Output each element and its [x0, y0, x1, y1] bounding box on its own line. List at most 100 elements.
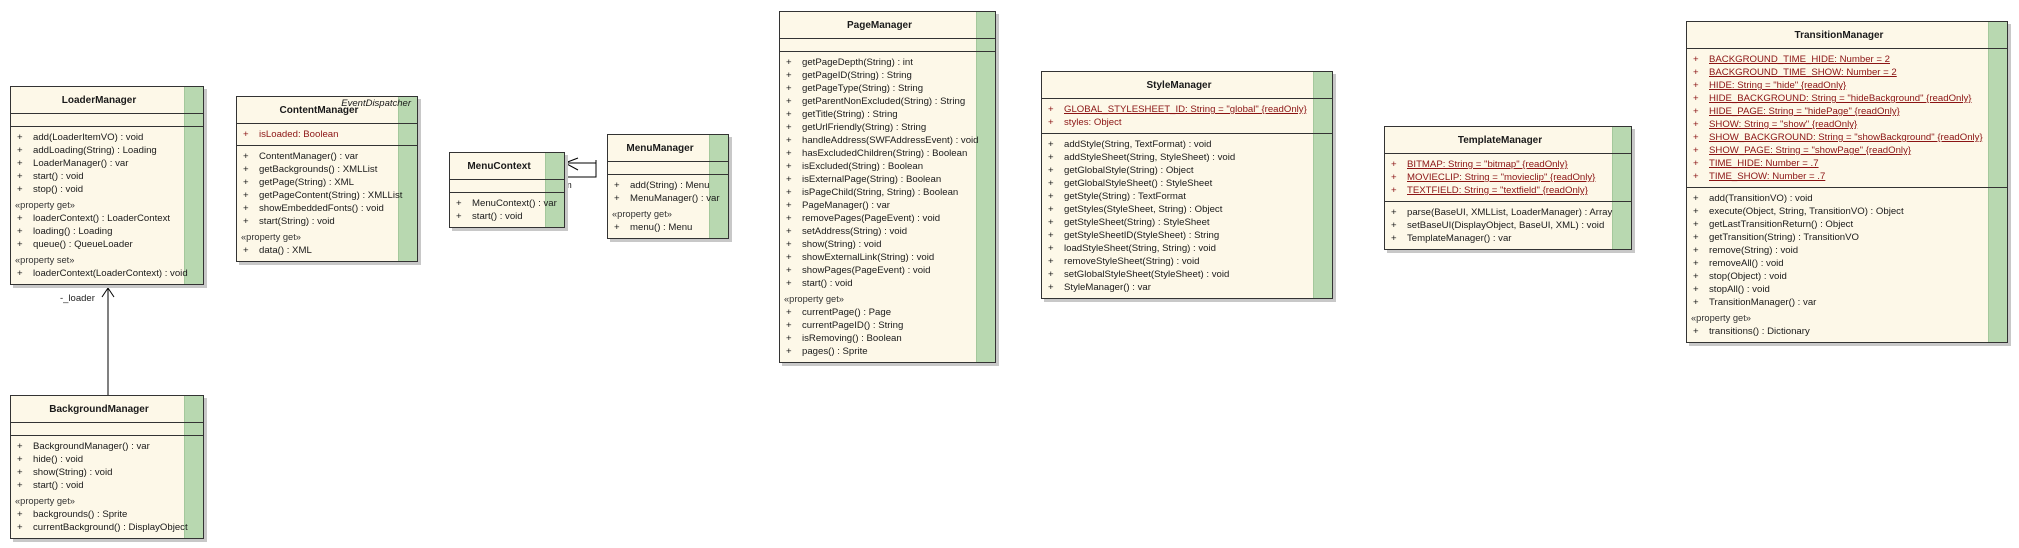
operation-row[interactable]: + LoaderManager() : var	[11, 157, 203, 170]
operation-row[interactable]: + getStyle(String) : TextFormat	[1042, 190, 1332, 203]
attribute-row[interactable]: + GLOBAL_STYLESHEET_ID: String = "global"…	[1042, 103, 1332, 116]
operation-row[interactable]: + getPageContent(String) : XMLList	[237, 189, 417, 202]
class-style[interactable]: StyleManager + GLOBAL_STYLESHEET_ID: Strin…	[1041, 71, 1333, 299]
operation-row[interactable]: + getBackgrounds() : XMLList	[237, 163, 417, 176]
operation-row[interactable]: + removePages(PageEvent) : void	[780, 212, 995, 225]
attribute-row[interactable]: + BACKGROUND_TIME_HIDE: Number = 2	[1687, 53, 2007, 66]
operation-row[interactable]: + getPageDepth(String) : int	[780, 56, 995, 69]
operation-row[interactable]: + getStyleSheet(String) : StyleSheet	[1042, 216, 1332, 229]
class-loader[interactable]: LoaderManager + add(LoaderItemVO) : void + a…	[10, 86, 204, 285]
operation-row[interactable]: + execute(Object, String, TransitionVO) :…	[1687, 205, 2007, 218]
operation-row[interactable]: + getParentNonExcluded(String) : String	[780, 95, 995, 108]
attribute-row[interactable]: + styles: Object	[1042, 116, 1332, 129]
operation-row[interactable]: + start() : void	[11, 479, 203, 492]
operation-row[interactable]: + loaderContext(LoaderContext) : void	[11, 267, 203, 280]
operation-row[interactable]: + loadStyleSheet(String, String) : void	[1042, 242, 1332, 255]
operation-row[interactable]: + stopAll() : void	[1687, 283, 2007, 296]
attribute-row[interactable]: + BACKGROUND_TIME_SHOW: Number = 2	[1687, 66, 2007, 79]
operation-row[interactable]: + currentPage() : Page	[780, 306, 995, 319]
operation-row[interactable]: + remove(String) : void	[1687, 244, 2007, 257]
attribute-row[interactable]: + HIDE: String = "hide" {readOnly}	[1687, 79, 2007, 92]
operation-row[interactable]: + getPageType(String) : String	[780, 82, 995, 95]
operation-row[interactable]: + PageManager() : var	[780, 199, 995, 212]
operation-row[interactable]: + getPageID(String) : String	[780, 69, 995, 82]
attribute-row[interactable]: + TEXTFIELD: String = "textfield" {readOn…	[1385, 184, 1631, 197]
attribute-row[interactable]: + SHOW_PAGE: String = "showPage" {readOnl…	[1687, 144, 2007, 157]
operation-row[interactable]: + ContentManager() : var	[237, 150, 417, 163]
attribute-row[interactable]: + HIDE_PAGE: String = "hidePage" {readOnl…	[1687, 105, 2007, 118]
operation-row[interactable]: + add(LoaderItemVO) : void	[11, 131, 203, 144]
attribute-row[interactable]: + SHOW_BACKGROUND: String = "showBackgrou…	[1687, 131, 2007, 144]
class-menucontext[interactable]: MenuContext + MenuContext() : var + start() …	[449, 152, 565, 228]
operation-row[interactable]: + transitions() : Dictionary	[1687, 325, 2007, 338]
operation-row[interactable]: + isPageChild(String, String) : Boolean	[780, 186, 995, 199]
operation-row[interactable]: + setGlobalStyleSheet(StyleSheet) : void	[1042, 268, 1332, 281]
operation-row[interactable]: + add(TransitionVO) : void	[1687, 192, 2007, 205]
operation-row[interactable]: + getTitle(String) : String	[780, 108, 995, 121]
operation-row[interactable]: + MenuManager() : var	[608, 192, 728, 205]
operation-row[interactable]: + hasExcludedChildren(String) : Boolean	[780, 147, 995, 160]
operation-row[interactable]: + removeStyleSheet(String) : void	[1042, 255, 1332, 268]
operation-row[interactable]: + getPage(String) : XML	[237, 176, 417, 189]
class-menu[interactable]: MenuManager + add(String) : Menu + MenuManag…	[607, 134, 729, 239]
operation-row[interactable]: + isExternalPage(String) : Boolean	[780, 173, 995, 186]
operation-row[interactable]: + getGlobalStyle(String) : Object	[1042, 164, 1332, 177]
attribute-row[interactable]: + SHOW: String = "show" {readOnly}	[1687, 118, 2007, 131]
operation-row[interactable]: + start() : void	[780, 277, 995, 290]
operation-row[interactable]: + show(String) : void	[780, 238, 995, 251]
operation-row[interactable]: + stop(Object) : void	[1687, 270, 2007, 283]
operation-row[interactable]: + showPages(PageEvent) : void	[780, 264, 995, 277]
operation-row[interactable]: + currentBackground() : DisplayObject	[11, 521, 203, 534]
operation-row[interactable]: + addStyleSheet(String, StyleSheet) : voi…	[1042, 151, 1332, 164]
operation-row[interactable]: + isRemoving() : Boolean	[780, 332, 995, 345]
operation-row[interactable]: + pages() : Sprite	[780, 345, 995, 358]
operation-row[interactable]: + parse(BaseUI, XMLList, LoaderManager) :…	[1385, 206, 1631, 219]
class-page[interactable]: PageManager + getPageDepth(String) : int + g…	[779, 11, 996, 363]
operation-row[interactable]: + loading() : Loading	[11, 225, 203, 238]
operation-row[interactable]: + getStyles(StyleSheet, String) : Object	[1042, 203, 1332, 216]
attribute-row[interactable]: + MOVIECLIP: String = "movieclip" {readOn…	[1385, 171, 1631, 184]
operation-row[interactable]: + start() : void	[450, 210, 564, 223]
attribute-row[interactable]: + HIDE_BACKGROUND: String = "hideBackgrou…	[1687, 92, 2007, 105]
operation-row[interactable]: + getUrlFriendly(String) : String	[780, 121, 995, 134]
operation-text: showEmbeddedFonts() : void	[259, 203, 384, 214]
operation-row[interactable]: + getGlobalStyleSheet() : StyleSheet	[1042, 177, 1332, 190]
attribute-row[interactable]: + isLoaded: Boolean	[237, 128, 417, 141]
operation-row[interactable]: + getLastTransitionReturn() : Object	[1687, 218, 2007, 231]
operation-row[interactable]: + handleAddress(SWFAddressEvent) : void	[780, 134, 995, 147]
operation-row[interactable]: + StyleManager() : var	[1042, 281, 1332, 294]
operation-row[interactable]: + TemplateManager() : var	[1385, 232, 1631, 245]
operation-row[interactable]: + menu() : Menu	[608, 221, 728, 234]
operation-row[interactable]: + showExternalLink(String) : void	[780, 251, 995, 264]
operation-row[interactable]: + setAddress(String) : void	[780, 225, 995, 238]
class-template[interactable]: TemplateManager + BITMAP: String = "bitmap…	[1384, 126, 1632, 250]
operation-row[interactable]: + loaderContext() : LoaderContext	[11, 212, 203, 225]
operation-row[interactable]: + stop() : void	[11, 183, 203, 196]
operation-row[interactable]: + hide() : void	[11, 453, 203, 466]
class-transition[interactable]: TransitionManager + BACKGROUND_TIME_HIDE: …	[1686, 21, 2008, 343]
operation-row[interactable]: + getTransition(String) : TransitionVO	[1687, 231, 2007, 244]
operation-row[interactable]: + currentPageID() : String	[780, 319, 995, 332]
attribute-row[interactable]: + TIME_HIDE: Number = .7	[1687, 157, 2007, 170]
operation-row[interactable]: + add(String) : Menu	[608, 179, 728, 192]
operation-row[interactable]: + queue() : QueueLoader	[11, 238, 203, 251]
operation-row[interactable]: + start() : void	[11, 170, 203, 183]
operation-row[interactable]: + BackgroundManager() : var	[11, 440, 203, 453]
operation-row[interactable]: + addLoading(String) : Loading	[11, 144, 203, 157]
operation-row[interactable]: + show(String) : void	[11, 466, 203, 479]
operation-row[interactable]: + removeAll() : void	[1687, 257, 2007, 270]
operation-row[interactable]: + isExcluded(String) : Boolean	[780, 160, 995, 173]
class-background[interactable]: BackgroundManager + BackgroundManager() : …	[10, 395, 204, 539]
operation-row[interactable]: + MenuContext() : var	[450, 197, 564, 210]
operation-row[interactable]: + addStyle(String, TextFormat) : void	[1042, 138, 1332, 151]
operation-row[interactable]: + setBaseUI(DisplayObject, BaseUI, XML) :…	[1385, 219, 1631, 232]
operation-row[interactable]: + data() : XML	[237, 244, 417, 257]
attribute-row[interactable]: + TIME_SHOW: Number = .7	[1687, 170, 2007, 183]
operation-row[interactable]: + getStyleSheetID(StyleSheet) : String	[1042, 229, 1332, 242]
operation-row[interactable]: + TransitionManager() : var	[1687, 296, 2007, 309]
class-content[interactable]: ContentManager EventDispatcher + isLoaded: …	[236, 96, 418, 262]
operation-row[interactable]: + showEmbeddedFonts() : void	[237, 202, 417, 215]
attribute-row[interactable]: + BITMAP: String = "bitmap" {readOnly}	[1385, 158, 1631, 171]
operation-row[interactable]: + start(String) : void	[237, 215, 417, 228]
operation-row[interactable]: + backgrounds() : Sprite	[11, 508, 203, 521]
